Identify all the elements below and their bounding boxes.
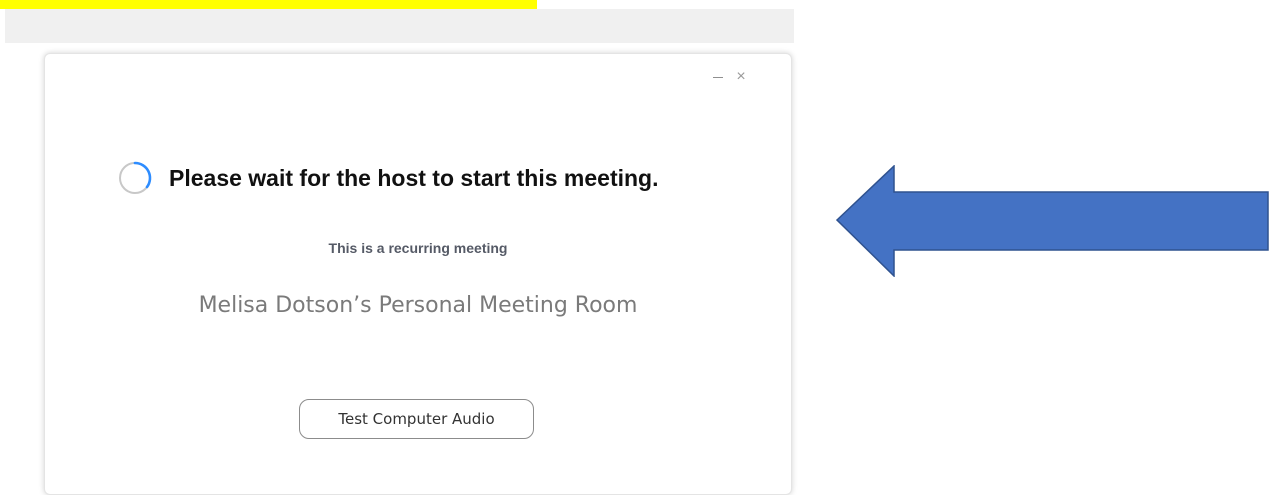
close-icon: × [736,68,746,85]
meeting-room-name: Melisa Dotson’s Personal Meeting Room [198,293,638,318]
waiting-room-dialog: × Please wait for the host to start this… [44,53,792,495]
left-arrow-icon [836,165,1269,277]
waiting-status: Please wait for the host to start this m… [117,160,658,196]
background-window-bar [5,9,794,43]
minimize-icon [713,76,723,78]
close-button[interactable]: × [732,68,750,86]
recurring-meeting-label: This is a recurring meeting [328,240,508,256]
minimize-button[interactable] [709,68,727,86]
waiting-message: Please wait for the host to start this m… [169,164,659,191]
highlight-annotation [0,0,537,9]
loading-spinner-icon [119,161,152,194]
test-computer-audio-button[interactable]: Test Computer Audio [299,399,534,439]
